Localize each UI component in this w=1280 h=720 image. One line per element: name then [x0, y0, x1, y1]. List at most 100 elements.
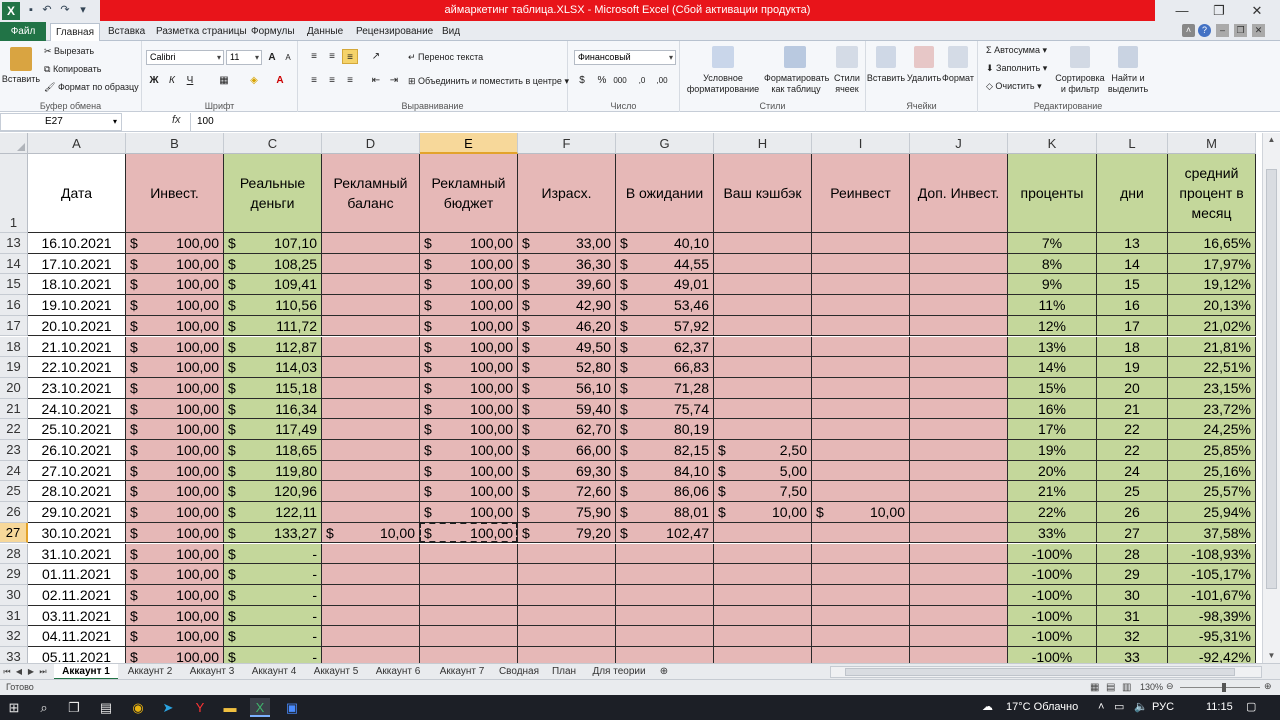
cell-d29[interactable] [322, 564, 420, 585]
cell-m24[interactable]: 25,16% [1168, 460, 1256, 482]
new-sheet-icon[interactable]: ⊕ [656, 664, 672, 680]
cell-b15[interactable]: $100,00 [126, 274, 224, 296]
format-as-table-button[interactable]: Форматировать как таблицу [764, 73, 829, 95]
cell-e20[interactable]: $100,00 [420, 377, 518, 399]
cell-k14[interactable]: 8% [1008, 253, 1097, 275]
cell-j16[interactable] [910, 295, 1008, 316]
tab-formulas[interactable]: Формулы [247, 23, 299, 41]
cell-i25[interactable] [812, 481, 910, 503]
sheet-tab-account-6[interactable]: Аккаунт 6 [368, 664, 428, 680]
cell-e24[interactable]: $100,00 [420, 460, 518, 482]
cell-d16[interactable] [322, 295, 420, 316]
cell-e13[interactable]: $100,00 [420, 233, 518, 254]
cell-b14[interactable]: $100,00 [126, 253, 224, 275]
cell-l19[interactable]: 19 [1097, 357, 1168, 378]
redo-icon[interactable]: ↷ [58, 3, 72, 18]
cell-b23[interactable]: $100,00 [126, 440, 224, 461]
cell-d30[interactable] [322, 584, 420, 606]
cell-d31[interactable] [322, 605, 420, 627]
cell-e28[interactable] [420, 543, 518, 565]
cell-j14[interactable] [910, 253, 1008, 275]
cell-h23[interactable]: $2,50 [714, 440, 812, 461]
cell-c15[interactable]: $109,41 [224, 274, 322, 296]
cell-d26[interactable] [322, 502, 420, 523]
cell-i27[interactable] [812, 522, 910, 544]
cell-m21[interactable]: 23,72% [1168, 398, 1256, 420]
cell-k28[interactable]: -100% [1008, 543, 1097, 565]
cell-k30[interactable]: -100% [1008, 584, 1097, 606]
cell-d32[interactable] [322, 626, 420, 647]
format-cells-button[interactable]: Формат [940, 73, 976, 84]
horizontal-scrollbar[interactable] [830, 666, 1262, 678]
cell-b26[interactable]: $100,00 [126, 502, 224, 523]
header-cell[interactable]: Израсх. [518, 154, 616, 233]
cell-g18[interactable]: $62,37 [616, 336, 714, 358]
yandex-browser-icon[interactable]: Y [190, 698, 210, 717]
sheet-tab-summary[interactable]: Сводная [494, 664, 544, 680]
sheet-tab-plan[interactable]: План [546, 664, 582, 680]
restore-icon[interactable]: ❐ [1202, 0, 1236, 22]
collapse-ribbon-icon[interactable]: ˄ [1182, 24, 1195, 37]
cell-i30[interactable] [812, 584, 910, 606]
cell-c17[interactable]: $111,72 [224, 315, 322, 337]
header-cell[interactable]: Реальные деньги [224, 154, 322, 233]
cell-e23[interactable]: $100,00 [420, 440, 518, 461]
cell-a22[interactable]: 25.10.2021 [28, 419, 126, 440]
cell-l30[interactable]: 30 [1097, 584, 1168, 606]
cell-e14[interactable]: $100,00 [420, 253, 518, 275]
cell-f30[interactable] [518, 584, 616, 606]
cell-k22[interactable]: 17% [1008, 419, 1097, 440]
spreadsheet-grid[interactable]: A B C D E F G H I J K L M 1 Дата Инвест. Реальные деньги… [0, 133, 1262, 663]
windows-start-icon[interactable]: ⊞ [4, 698, 24, 717]
cell-h14[interactable] [714, 253, 812, 275]
header-cell[interactable]: Инвест. [126, 154, 224, 233]
cell-f21[interactable]: $59,40 [518, 398, 616, 420]
percent-button[interactable]: % [594, 73, 610, 88]
column-header-m[interactable]: M [1168, 133, 1256, 154]
cell-i13[interactable] [812, 233, 910, 254]
format-painter-button[interactable]: 🖌 Формат по образцу [44, 82, 139, 93]
cell-k18[interactable]: 13% [1008, 336, 1097, 358]
cell-m20[interactable]: 23,15% [1168, 377, 1256, 399]
cell-j15[interactable] [910, 274, 1008, 296]
excel-taskbar-icon[interactable]: X [250, 698, 270, 717]
row-header[interactable]: 21 [0, 398, 28, 420]
cell-l33[interactable]: 33 [1097, 647, 1168, 663]
cell-h21[interactable] [714, 398, 812, 420]
cell-j18[interactable] [910, 336, 1008, 358]
cell-k16[interactable]: 11% [1008, 295, 1097, 316]
cell-k29[interactable]: -100% [1008, 564, 1097, 585]
cell-m19[interactable]: 22,51% [1168, 357, 1256, 378]
sheet-tab-account-7[interactable]: Аккаунт 7 [432, 664, 492, 680]
cell-e32[interactable] [420, 626, 518, 647]
cell-k15[interactable]: 9% [1008, 274, 1097, 296]
header-cell[interactable]: В ожидании [616, 154, 714, 233]
cell-j20[interactable] [910, 377, 1008, 399]
cell-a25[interactable]: 28.10.2021 [28, 481, 126, 503]
cell-c16[interactable]: $110,56 [224, 295, 322, 316]
cell-j28[interactable] [910, 543, 1008, 565]
cell-f19[interactable]: $52,80 [518, 357, 616, 378]
weather-icon[interactable]: ☁ [982, 695, 993, 720]
cell-b13[interactable]: $100,00 [126, 233, 224, 254]
cell-e22[interactable]: $100,00 [420, 419, 518, 440]
cell-l26[interactable]: 26 [1097, 502, 1168, 523]
sheet-tab-account-5[interactable]: Аккаунт 5 [306, 664, 366, 680]
cell-l28[interactable]: 28 [1097, 543, 1168, 565]
cell-i18[interactable] [812, 336, 910, 358]
sheet-tab-account-4[interactable]: Аккаунт 4 [244, 664, 304, 680]
cell-k20[interactable]: 15% [1008, 377, 1097, 399]
cell-e25[interactable]: $100,00 [420, 481, 518, 503]
cell-a18[interactable]: 21.10.2021 [28, 336, 126, 358]
cell-i16[interactable] [812, 295, 910, 316]
cell-c33[interactable]: $ - [224, 647, 322, 663]
cell-l22[interactable]: 22 [1097, 419, 1168, 440]
clear-button[interactable]: ◇ Очистить ▾ [986, 81, 1042, 92]
cell-j25[interactable] [910, 481, 1008, 503]
cell-m33[interactable]: -92,42% [1168, 647, 1256, 663]
cell-h26[interactable]: $10,00 [714, 502, 812, 523]
cell-b25[interactable]: $100,00 [126, 481, 224, 503]
column-header-b[interactable]: B [126, 133, 224, 154]
cell-g14[interactable]: $44,55 [616, 253, 714, 275]
cell-d19[interactable] [322, 357, 420, 378]
